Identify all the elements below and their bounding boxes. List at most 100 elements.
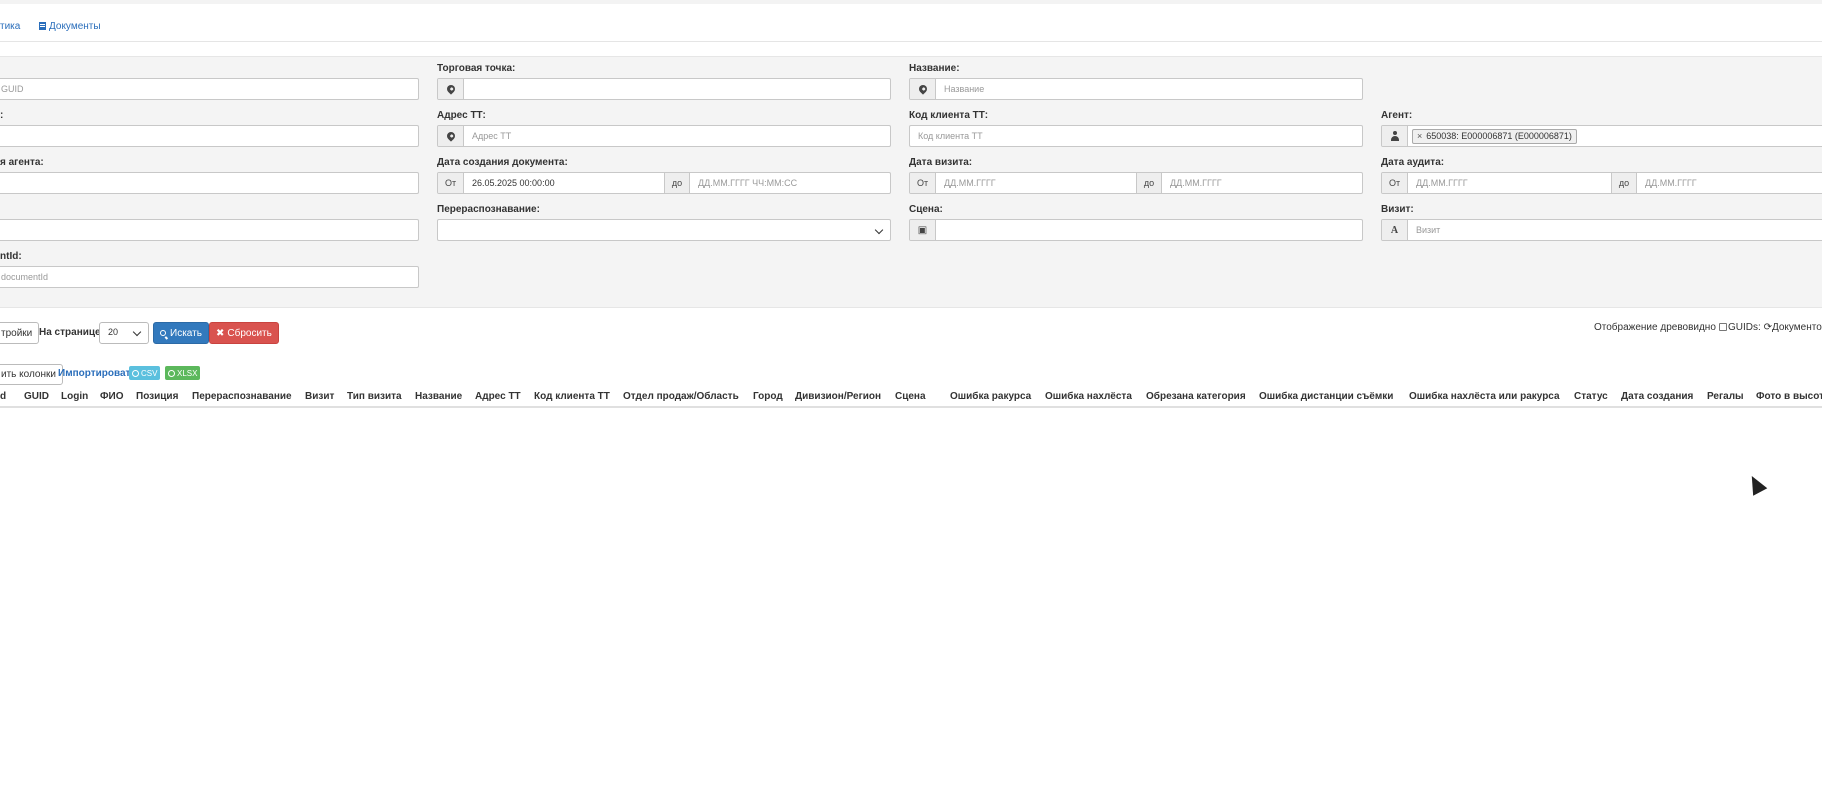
column-header[interactable]: Ошибка ракурса: [950, 391, 1031, 402]
outlet-field: [437, 78, 891, 100]
column-header[interactable]: Позиция: [136, 391, 178, 402]
tt-address-input[interactable]: [464, 126, 890, 146]
search-button-label: Искать: [170, 327, 202, 339]
search-icon: [160, 330, 166, 336]
audit-date-to-input[interactable]: [1637, 173, 1822, 193]
column-header[interactable]: Ошибка нахлёста: [1045, 391, 1132, 402]
font-icon: A: [1390, 224, 1399, 236]
download-icon: [168, 369, 175, 377]
column-header[interactable]: Ошибка дистанции съёмки: [1259, 391, 1393, 402]
top-nav: тика Документы: [0, 14, 1822, 42]
user-icon: [1390, 131, 1400, 141]
agent-tag: × 650038: E000006871 (E000006871): [1412, 128, 1577, 144]
scene-label: Сцена:: [909, 204, 943, 215]
column-header[interactable]: Фото в высоту: [1756, 391, 1822, 402]
refresh-documents-link[interactable]: ⟳Документов: [1764, 322, 1822, 333]
column-header[interactable]: d: [0, 391, 6, 402]
column-header[interactable]: Перераспознавание: [192, 391, 292, 402]
audit-date-range: От до: [1381, 172, 1822, 194]
agent-field: × 650038: E000006871 (E000006871): [1381, 125, 1822, 147]
chevron-down-icon: [874, 225, 884, 235]
nav-documents-link[interactable]: Документы: [39, 21, 101, 32]
row2-col1-label: :: [0, 110, 4, 121]
map-marker-icon: [444, 83, 457, 95]
csv-export-button[interactable]: CSV: [129, 366, 161, 380]
column-header[interactable]: Адрес ТТ: [475, 391, 521, 402]
nav-analytics-link[interactable]: тика: [0, 21, 20, 32]
doc-created-to-label: до: [664, 173, 690, 193]
agent-search-input[interactable]: [1576, 126, 1822, 146]
tt-address-label: Адрес ТТ:: [437, 110, 486, 121]
column-header[interactable]: Город: [753, 391, 783, 402]
column-header[interactable]: Login: [61, 391, 88, 402]
column-header[interactable]: Код клиента ТТ: [534, 391, 610, 402]
tree-view-toggle[interactable]: Отображение древовидно: [1594, 322, 1727, 333]
agent-name-field: [0, 172, 419, 194]
tree-view-checkbox[interactable]: [1718, 323, 1727, 331]
column-header[interactable]: Статус: [1574, 391, 1608, 402]
column-header[interactable]: ФИО: [100, 391, 124, 402]
audit-date-from-input[interactable]: [1408, 173, 1611, 193]
reset-button[interactable]: ✖ Сбросить: [209, 322, 279, 344]
refresh-icon: ⟳: [1763, 322, 1772, 333]
doc-created-to-input[interactable]: [690, 173, 890, 193]
column-header[interactable]: Сцена: [895, 391, 926, 402]
visit-addon: A: [1382, 220, 1408, 240]
column-header[interactable]: Визит: [305, 391, 334, 402]
guids-label: GUIDs:: [1728, 322, 1761, 333]
xlsx-label: XLSX: [177, 368, 198, 378]
row4-col1-input[interactable]: [0, 220, 418, 240]
tree-view-label: Отображение древовидно: [1594, 322, 1716, 333]
outlet-input[interactable]: [464, 79, 890, 99]
doc-created-range: От до: [437, 172, 891, 194]
scene-field: ▣: [909, 219, 1363, 241]
visit-date-from-input[interactable]: [936, 173, 1136, 193]
column-header[interactable]: Дата создания: [1621, 391, 1693, 402]
xlsx-export-button[interactable]: XLSX: [165, 366, 201, 380]
column-header[interactable]: Обрезана категория: [1146, 391, 1246, 402]
agent-tag-remove[interactable]: ×: [1417, 131, 1422, 141]
column-header[interactable]: GUID: [24, 391, 49, 402]
column-header[interactable]: Отдел продаж/Область: [623, 391, 739, 402]
per-page-label: На странице:: [39, 327, 104, 338]
name-label: Название:: [909, 63, 960, 74]
column-header[interactable]: Тип визита: [347, 391, 402, 402]
doc-created-from-input[interactable]: [464, 173, 664, 193]
guid-input[interactable]: [0, 79, 418, 99]
document-id-field: [0, 266, 419, 288]
column-header[interactable]: Дивизион/Регион: [795, 391, 881, 402]
top-strip: [0, 0, 1822, 4]
map-marker-icon: [916, 83, 929, 95]
table-header: d GUID Login ФИО Позиция Перераспознаван…: [0, 386, 1822, 408]
name-addon: [910, 79, 936, 99]
column-header[interactable]: Регалы: [1707, 391, 1744, 402]
reset-button-label: Сбросить: [227, 327, 272, 339]
visit-field: A: [1381, 219, 1822, 241]
name-input[interactable]: [936, 79, 1362, 99]
visit-input[interactable]: [1408, 220, 1822, 240]
columns-button[interactable]: ить колонки: [0, 364, 63, 385]
rerecognition-select[interactable]: [437, 219, 891, 241]
search-button[interactable]: Искать: [153, 322, 209, 344]
mouse-cursor-icon: [1746, 473, 1766, 495]
column-header[interactable]: Название: [415, 391, 462, 402]
filter-panel: Торговая точка: Название: : Адрес ТТ: Ко…: [0, 56, 1822, 308]
doc-created-from-label: От: [438, 173, 464, 193]
map-marker-icon: [444, 130, 457, 142]
row4-col1-field: [0, 219, 419, 241]
per-page-select[interactable]: 20: [99, 322, 149, 344]
tt-client-code-field: [909, 125, 1363, 147]
visit-date-to-input[interactable]: [1162, 173, 1362, 193]
document-id-input[interactable]: [0, 267, 418, 287]
outlet-label: Торговая точка:: [437, 63, 516, 74]
import-link[interactable]: Импортировать: [58, 368, 137, 379]
visit-date-from-label: От: [910, 173, 936, 193]
scene-input[interactable]: [936, 220, 1362, 240]
tt-client-code-input[interactable]: [910, 126, 1362, 146]
agent-name-input[interactable]: [0, 173, 418, 193]
column-header[interactable]: Ошибка нахлёста или ракурса: [1409, 391, 1560, 402]
settings-button[interactable]: тройки: [0, 322, 40, 344]
document-id-label: ntId:: [0, 251, 22, 262]
row2-col1-input[interactable]: [0, 126, 418, 146]
visit-date-to-label: до: [1136, 173, 1162, 193]
